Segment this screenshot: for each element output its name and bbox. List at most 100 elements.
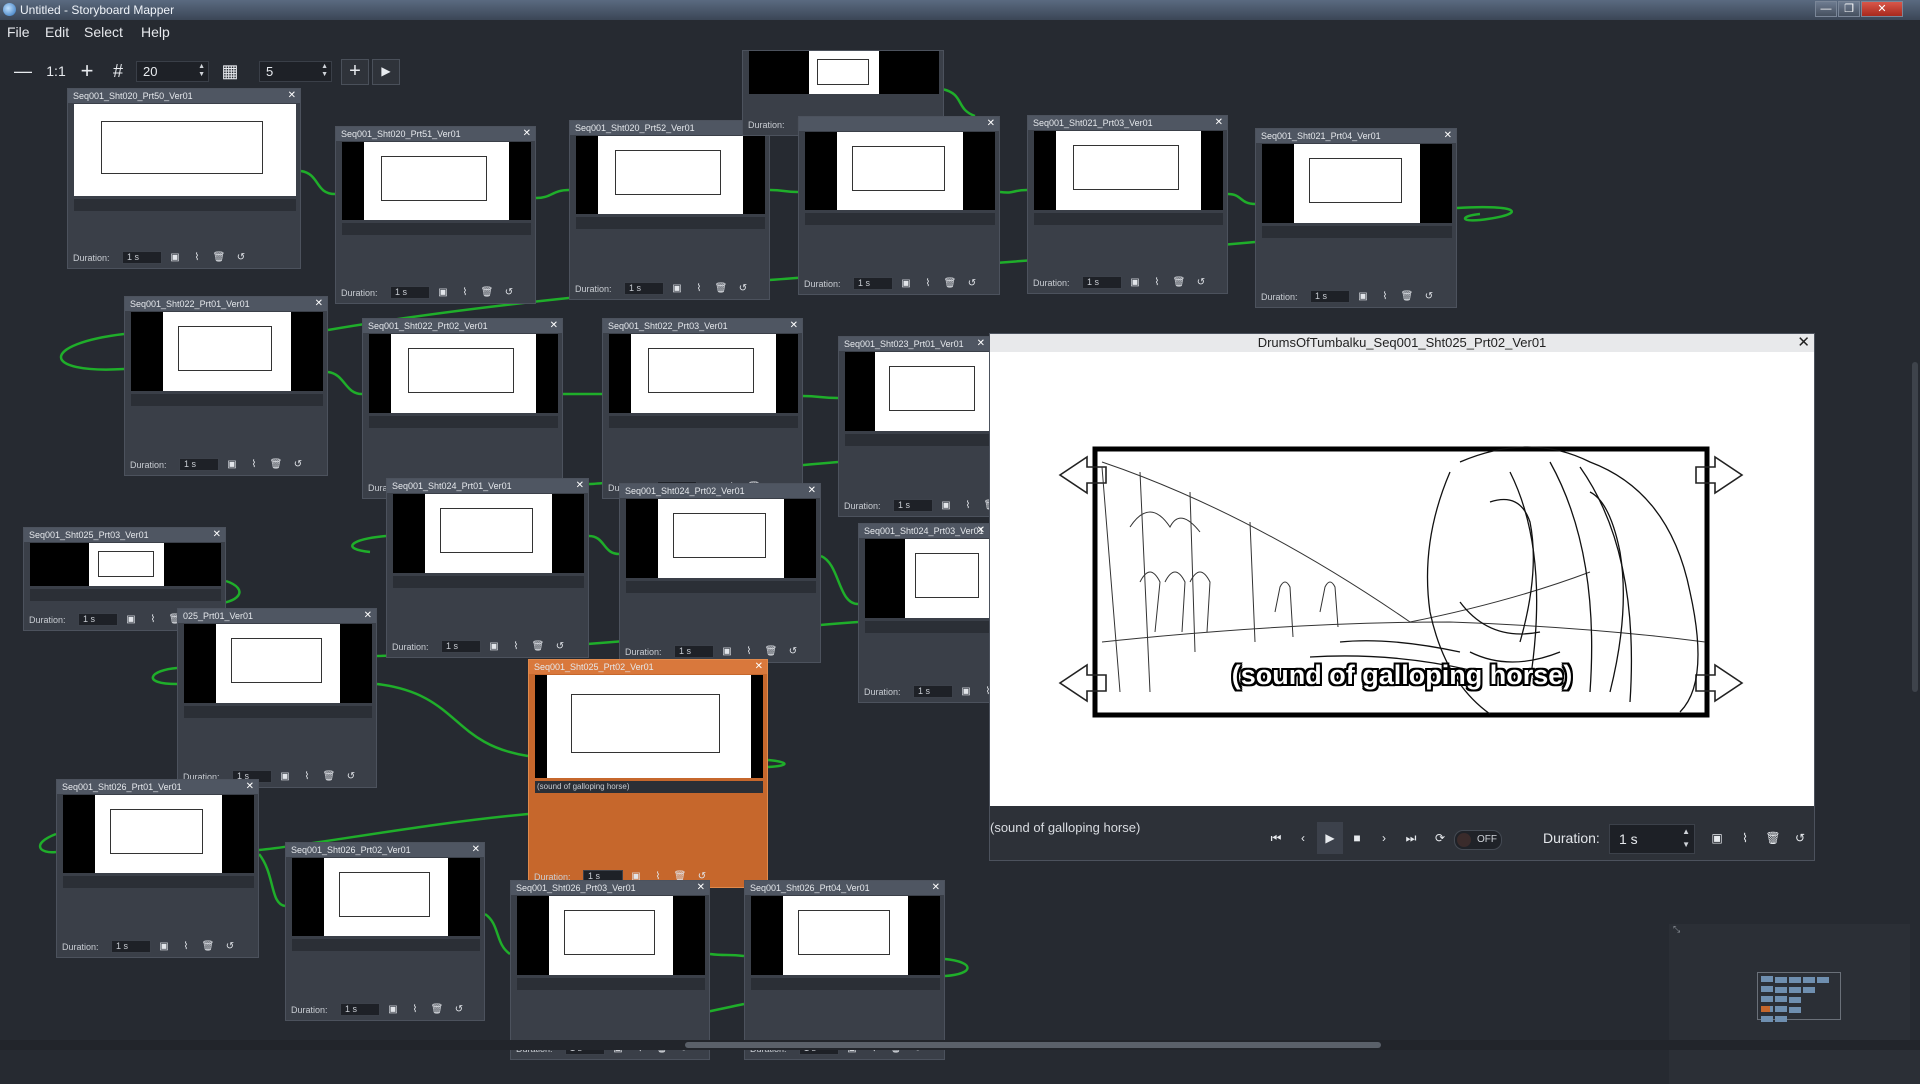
image-icon[interactable]: ▣ bbox=[1128, 276, 1142, 290]
close-icon[interactable]: ✕ bbox=[932, 881, 940, 895]
node-title[interactable]: Seq001_Sht026_Prt02_Ver01 ✕ bbox=[286, 843, 484, 857]
connection-wire[interactable] bbox=[588, 534, 620, 556]
menu-select[interactable]: Select bbox=[84, 24, 123, 40]
close-icon[interactable]: ✕ bbox=[808, 484, 816, 498]
columns-field[interactable]: 5 ▲ ▼ bbox=[259, 61, 332, 82]
reset-icon[interactable]: ↺ bbox=[553, 640, 567, 654]
node-caption[interactable] bbox=[517, 978, 705, 990]
duration-field[interactable]: 1 s bbox=[111, 940, 151, 953]
connection-wire[interactable] bbox=[39, 832, 57, 854]
close-icon[interactable]: ✕ bbox=[977, 524, 985, 538]
audio-icon[interactable]: ⌇ bbox=[1378, 290, 1392, 304]
close-icon[interactable]: ✕ bbox=[246, 780, 254, 794]
node-title[interactable]: Seq001_Sht026_Prt03_Ver01 ✕ bbox=[511, 881, 709, 895]
node-caption[interactable] bbox=[1262, 226, 1452, 238]
node-title[interactable]: Seq001_Sht020_Prt51_Ver01 ✕ bbox=[336, 127, 535, 141]
delete-icon[interactable]: 🗑 bbox=[1760, 822, 1786, 854]
node-title[interactable]: Seq001_Sht026_Prt01_Ver01 ✕ bbox=[57, 780, 258, 794]
connection-wire[interactable] bbox=[941, 87, 976, 118]
audio-icon[interactable]: ⌇ bbox=[961, 499, 975, 513]
node-title[interactable]: Seq001_Sht022_Prt03_Ver01 ✕ bbox=[603, 319, 802, 333]
node-title[interactable]: 025_Prt01_Ver01 ✕ bbox=[178, 609, 376, 623]
spinner-arrows-icon[interactable]: ▲ ▼ bbox=[321, 63, 328, 79]
node-thumbnail[interactable] bbox=[369, 334, 558, 413]
node-caption[interactable] bbox=[131, 394, 323, 406]
duration-field[interactable]: 1 s bbox=[340, 1003, 380, 1016]
node-title[interactable]: Seq001_Sht025_Prt03_Ver01 ✕ bbox=[24, 528, 225, 542]
node-caption[interactable] bbox=[751, 978, 940, 990]
image-icon[interactable]: ▣ bbox=[386, 1003, 400, 1017]
delete-icon[interactable]: 🗑 bbox=[764, 645, 778, 659]
delete-icon[interactable]: 🗑 bbox=[1172, 276, 1186, 290]
duration-field[interactable]: 1 s bbox=[179, 458, 219, 471]
connection-wire[interactable] bbox=[1227, 192, 1256, 206]
node-title[interactable]: Seq001_Sht026_Prt04_Ver01 ✕ bbox=[745, 881, 944, 895]
node-caption[interactable] bbox=[74, 199, 296, 211]
delete-icon[interactable]: 🗑 bbox=[269, 458, 283, 472]
delete-icon[interactable]: 🗑 bbox=[943, 277, 957, 291]
audio-icon[interactable]: ⌇ bbox=[300, 770, 314, 784]
node-caption[interactable] bbox=[1034, 213, 1223, 225]
storyboard-node[interactable]: Seq001_Sht021_Prt04_Ver01 ✕ Duration: 1 s… bbox=[1255, 128, 1457, 308]
node-caption[interactable] bbox=[30, 589, 221, 601]
table-icon[interactable]: ▦ bbox=[218, 56, 242, 86]
delete-icon[interactable]: 🗑 bbox=[430, 1003, 444, 1017]
node-caption[interactable] bbox=[342, 223, 531, 235]
loop-toggle[interactable]: OFF bbox=[1454, 830, 1502, 850]
node-thumbnail[interactable] bbox=[184, 624, 372, 703]
duration-field[interactable]: 1 s bbox=[441, 640, 481, 653]
connection-wire[interactable] bbox=[709, 952, 745, 958]
storyboard-node[interactable]: Seq001_Sht022_Prt02_Ver01✕ Duration: 1 s… bbox=[362, 318, 563, 499]
image-icon[interactable]: ▣ bbox=[959, 685, 973, 699]
audio-icon[interactable]: ⌇ bbox=[146, 613, 160, 627]
node-thumbnail[interactable] bbox=[1262, 144, 1452, 223]
audio-icon[interactable]: ⌇ bbox=[742, 645, 756, 659]
node-title[interactable]: Seq001_Sht020_Prt52_Ver01✕ bbox=[570, 121, 769, 135]
zoom-in-button[interactable]: + bbox=[75, 56, 99, 86]
delete-icon[interactable]: 🗑 bbox=[212, 251, 226, 265]
play-sequence-button[interactable]: ▶ bbox=[372, 59, 400, 85]
storyboard-node[interactable]: Seq001_Sht022_Prt03_Ver01✕ Duration: 1 s… bbox=[602, 318, 803, 499]
audio-icon[interactable]: ⌇ bbox=[179, 940, 193, 954]
node-thumbnail[interactable] bbox=[63, 795, 254, 873]
duration-field[interactable]: 1 s bbox=[913, 685, 953, 698]
storyboard-node[interactable]: Seq001_Sht026_Prt03_Ver01✕ Duration: 1 s… bbox=[510, 880, 710, 1060]
spinner-arrows-icon[interactable]: ▲ ▼ bbox=[1682, 825, 1690, 851]
node-caption[interactable] bbox=[609, 416, 798, 428]
scrollbar-thumb[interactable] bbox=[685, 1042, 1381, 1048]
audio-icon[interactable]: ⌇ bbox=[190, 251, 204, 265]
node-title[interactable]: Seq001_Sht024_Prt03_Ver01 ✕ bbox=[859, 524, 989, 538]
storyboard-node[interactable]: Seq001_Sht024_Prt03_Ver01 ✕ Duration: 1 s… bbox=[858, 523, 1036, 703]
storyboard-node[interactable]: Seq001_Sht026_Prt04_Ver01✕ Duration: 1 s… bbox=[744, 880, 945, 1060]
close-icon[interactable]: ✕ bbox=[790, 319, 798, 333]
node-title[interactable]: Seq001_Sht024_Prt01_Ver01 ✕ bbox=[387, 479, 588, 493]
vertical-scrollbar[interactable] bbox=[1910, 44, 1920, 1040]
audio-icon[interactable]: ⌇ bbox=[458, 286, 472, 300]
menu-file[interactable]: File bbox=[7, 24, 30, 40]
close-icon[interactable]: ✕ bbox=[697, 881, 705, 895]
storyboard-node[interactable]: Seq001_Sht022_Prt01_Ver01 ✕ Duration: 1 s… bbox=[124, 296, 328, 476]
stop-button[interactable]: ■ bbox=[1344, 822, 1370, 854]
delete-icon[interactable]: 🗑 bbox=[480, 286, 494, 300]
connection-wire[interactable] bbox=[327, 370, 363, 396]
minimap[interactable]: ⤡ bbox=[1669, 924, 1920, 1084]
duration-field[interactable]: 1 s bbox=[853, 277, 893, 290]
node-caption[interactable] bbox=[63, 876, 254, 888]
zoom-out-button[interactable]: — bbox=[11, 56, 35, 86]
close-icon[interactable]: ✕ bbox=[987, 117, 995, 131]
audio-icon[interactable]: ⌇ bbox=[509, 640, 523, 654]
spinner-arrows-icon[interactable]: ▲ ▼ bbox=[198, 63, 205, 79]
duration-field[interactable]: 1 s bbox=[78, 613, 118, 626]
connection-wire[interactable] bbox=[60, 332, 125, 371]
node-thumbnail[interactable] bbox=[749, 51, 939, 94]
image-icon[interactable]: ▣ bbox=[157, 940, 171, 954]
close-icon[interactable]: ✕ bbox=[1215, 116, 1223, 130]
close-icon[interactable]: ✕ bbox=[576, 479, 584, 493]
connection-wire[interactable] bbox=[535, 188, 570, 200]
connection-wire[interactable] bbox=[999, 188, 1028, 194]
image-icon[interactable]: ▣ bbox=[720, 645, 734, 659]
close-icon[interactable]: ✕ bbox=[288, 89, 296, 103]
node-thumbnail[interactable] bbox=[131, 312, 323, 391]
reset-icon[interactable]: ↺ bbox=[1422, 290, 1436, 304]
horizontal-scrollbar[interactable] bbox=[0, 1040, 1920, 1050]
